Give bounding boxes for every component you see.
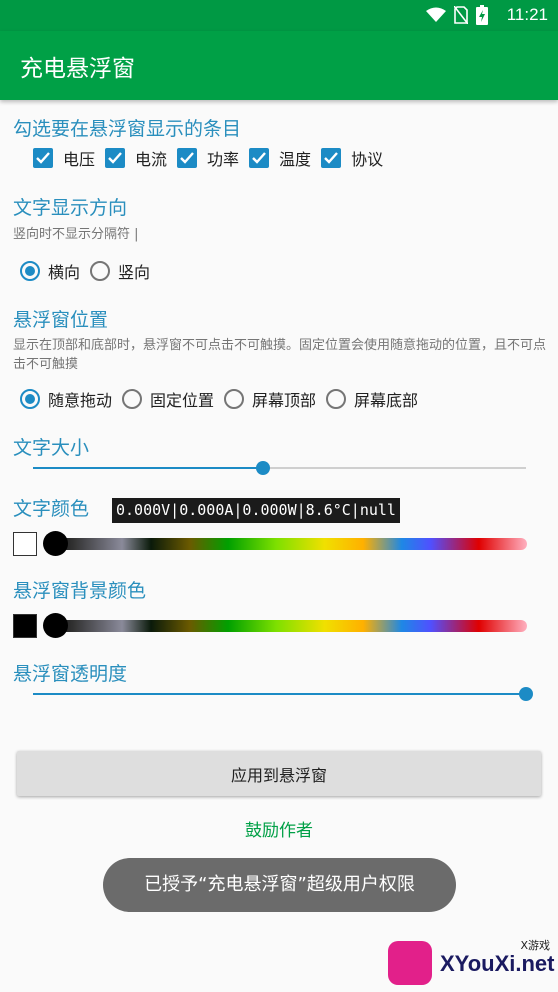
checkbox-voltage[interactable]: 电压 xyxy=(33,146,95,170)
gamepad-logo-icon xyxy=(388,941,432,985)
floating-window-preview: 0.000V|0.000A|0.000W|8.6°C|null xyxy=(112,498,400,523)
checkbox-checked-icon[interactable] xyxy=(249,148,270,168)
checkbox-checked-icon[interactable] xyxy=(105,148,126,168)
radio-screen-bottom[interactable]: 屏幕底部 xyxy=(326,387,418,411)
radio-screen-top[interactable]: 屏幕顶部 xyxy=(224,387,316,411)
app-title: 充电悬浮窗 xyxy=(20,56,135,82)
text-color-title: 文字颜色 xyxy=(13,498,90,520)
watermark-small: X游戏 xyxy=(520,939,550,952)
radio-free-drag[interactable]: 随意拖动 xyxy=(20,387,112,411)
watermark-site: XYouXi.net xyxy=(440,951,555,976)
radio-label: 竖向 xyxy=(118,263,151,282)
opacity-slider[interactable] xyxy=(33,682,533,706)
encourage-author-link[interactable]: 鼓励作者 xyxy=(0,816,558,841)
app-bar: 充电悬浮窗 xyxy=(0,31,558,100)
checkbox-label: 电流 xyxy=(135,150,168,169)
status-time: 11:21 xyxy=(506,5,548,24)
radio-horizontal[interactable]: 横向 xyxy=(20,259,80,283)
radio-unselected-icon[interactable] xyxy=(224,389,245,409)
slider-fill xyxy=(33,693,526,695)
position-hint: 显示在顶部和底部时，悬浮窗不可点击不可触摸。固定位置会使用随意拖动的位置，且不可… xyxy=(13,338,547,372)
checkbox-label: 电压 xyxy=(63,150,96,169)
background-color-swatch xyxy=(13,614,37,638)
superuser-toast: 已授予“充电悬浮窗”超级用户权限 xyxy=(103,858,456,912)
text-color-swatch xyxy=(13,532,37,556)
checkbox-label: 温度 xyxy=(279,150,312,169)
radio-unselected-icon[interactable] xyxy=(122,389,143,409)
direction-hint: 竖向时不显示分隔符 | xyxy=(13,227,139,242)
position-radio-group: 随意拖动 固定位置 屏幕顶部 屏幕底部 xyxy=(20,387,428,411)
text-color-gradient-bar[interactable] xyxy=(45,538,527,550)
radio-unselected-icon[interactable] xyxy=(326,389,347,409)
no-sim-icon xyxy=(454,6,468,24)
slider-thumb[interactable] xyxy=(256,461,270,475)
status-bar: 11:21 xyxy=(0,0,558,31)
apply-to-window-button[interactable]: 应用到悬浮窗 xyxy=(17,751,541,796)
checkbox-label: 协议 xyxy=(351,150,384,169)
wifi-icon xyxy=(426,7,446,22)
text-color-picker-thumb[interactable] xyxy=(43,531,68,556)
checkbox-protocol[interactable]: 协议 xyxy=(321,146,383,170)
radio-label: 固定位置 xyxy=(150,391,215,410)
background-color-title: 悬浮窗背景颜色 xyxy=(13,580,147,602)
checkbox-checked-icon[interactable] xyxy=(33,148,53,168)
text-size-slider[interactable] xyxy=(33,456,526,480)
checkbox-checked-icon[interactable] xyxy=(321,148,342,168)
radio-label: 屏幕顶部 xyxy=(252,391,317,410)
slider-thumb[interactable] xyxy=(519,687,533,701)
items-checkbox-row: 电压 电流 功率 温度 协议 xyxy=(33,146,393,170)
items-section-title: 勾选要在悬浮窗显示的条目 xyxy=(13,118,242,140)
checkbox-checked-icon[interactable] xyxy=(177,148,198,168)
slider-fill xyxy=(33,467,263,469)
watermark: XYouXi.net X游戏 xyxy=(388,935,556,990)
radio-selected-icon[interactable] xyxy=(20,261,40,281)
checkbox-temperature[interactable]: 温度 xyxy=(249,146,311,170)
background-color-gradient-bar[interactable] xyxy=(45,620,527,632)
battery-charging-icon xyxy=(476,5,488,25)
status-icons xyxy=(426,5,488,25)
radio-label: 横向 xyxy=(48,263,81,282)
radio-vertical[interactable]: 竖向 xyxy=(90,259,150,283)
radio-label: 屏幕底部 xyxy=(354,391,419,410)
checkbox-label: 功率 xyxy=(207,150,240,169)
direction-section-title: 文字显示方向 xyxy=(13,197,128,219)
radio-selected-icon[interactable] xyxy=(20,389,40,409)
background-color-picker-thumb[interactable] xyxy=(43,613,68,638)
position-section-title: 悬浮窗位置 xyxy=(13,309,109,331)
checkbox-power[interactable]: 功率 xyxy=(177,146,239,170)
direction-radio-group: 横向 竖向 xyxy=(20,259,160,283)
radio-unselected-icon[interactable] xyxy=(90,261,111,281)
radio-label: 随意拖动 xyxy=(48,391,113,410)
radio-fixed-position[interactable]: 固定位置 xyxy=(122,387,214,411)
checkbox-current[interactable]: 电流 xyxy=(105,146,167,170)
